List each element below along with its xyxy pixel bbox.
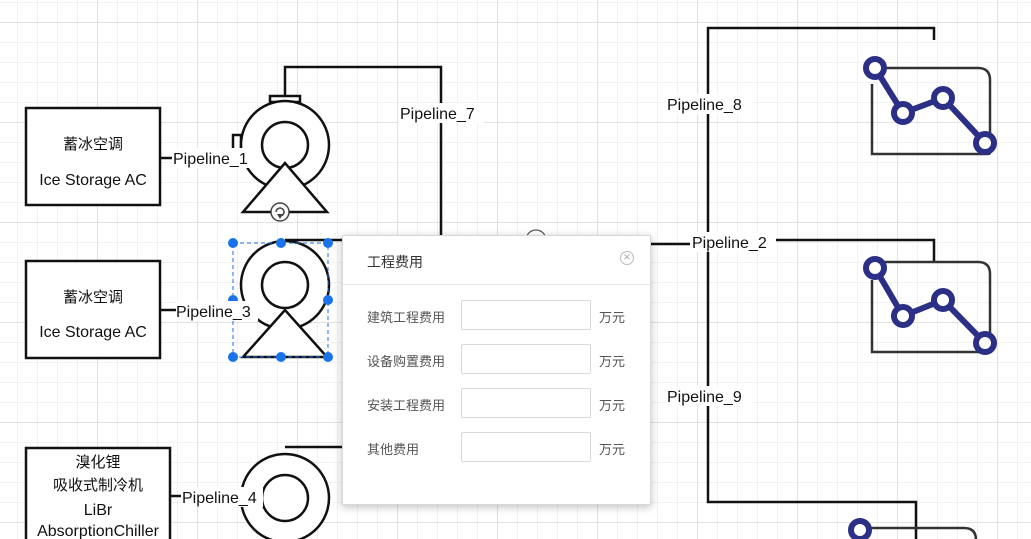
block-3-en2-label: AbsorptionChiller: [37, 523, 160, 539]
block-1-cn-label: 蓄冰空调: [63, 135, 123, 153]
form-row-equipment-cost: 设备购置费用 万元: [343, 344, 650, 374]
pump-icon[interactable]: [239, 239, 331, 359]
pipeline-4-label[interactable]: Pipeline_4: [182, 490, 257, 507]
form-row-installation-cost: 安装工程费用 万元: [343, 388, 650, 418]
form-row-building-cost: 建筑工程费用 万元: [343, 300, 650, 330]
engineering-cost-dialog[interactable]: 工程费用 × 建筑工程费用 万元 设备购置费用 万元 安装工程费用 万元 其他费…: [342, 235, 651, 505]
pipeline-9-label[interactable]: Pipeline_9: [667, 389, 742, 406]
block-1-en-label: Ice Storage AC: [39, 172, 147, 189]
equipment-cost-unit: 万元: [599, 355, 626, 370]
libr-chiller-block[interactable]: 溴化锂 吸收式制冷机 LiBr AbsorptionChiller: [24, 446, 172, 539]
chain-link-icon[interactable]: [863, 256, 997, 355]
other-cost-label: 其他费用: [367, 443, 420, 458]
pipeline-1-label[interactable]: Pipeline_1: [173, 151, 248, 168]
ice-storage-block-2[interactable]: 蓄冰空调 Ice Storage AC: [24, 259, 162, 360]
block-3-cn2-label: 吸收式制冷机: [53, 476, 143, 494]
block-3-cn1-label: 溴化锂: [75, 453, 120, 471]
equipment-cost-label: 设备购置费用: [367, 355, 446, 370]
installation-cost-input[interactable]: [461, 388, 591, 418]
ice-storage-block-1[interactable]: 蓄冰空调 Ice Storage AC: [24, 106, 162, 207]
installation-cost-label: 安装工程费用: [367, 399, 446, 414]
chain-link-icon[interactable]: [848, 518, 978, 539]
pipeline-7-label[interactable]: Pipeline_7: [400, 106, 475, 123]
block-3-en1-label: LiBr: [84, 502, 113, 519]
rotate-handle-icon[interactable]: [270, 202, 290, 222]
close-icon[interactable]: ×: [620, 251, 634, 265]
installation-cost-unit: 万元: [599, 399, 626, 414]
chain-link-icon[interactable]: [863, 56, 997, 156]
pipeline-8-label[interactable]: Pipeline_8: [667, 97, 742, 114]
pipeline-2-label[interactable]: Pipeline_2: [692, 235, 767, 252]
building-cost-label: 建筑工程费用: [367, 311, 446, 326]
block-2-en-label: Ice Storage AC: [39, 324, 147, 341]
building-cost-input[interactable]: [461, 300, 591, 330]
building-cost-unit: 万元: [599, 311, 626, 326]
pipeline-8-line[interactable]: [706, 26, 936, 244]
pipeline-3-label[interactable]: Pipeline_3: [176, 304, 251, 321]
dialog-title: 工程费用: [367, 255, 423, 271]
dialog-header: 工程费用 ×: [343, 236, 650, 285]
equipment-cost-input[interactable]: [461, 344, 591, 374]
other-cost-input[interactable]: [461, 432, 591, 462]
other-cost-unit: 万元: [599, 443, 626, 458]
block-2-cn-label: 蓄冰空调: [63, 288, 123, 306]
form-row-other-cost: 其他费用 万元: [343, 432, 650, 462]
